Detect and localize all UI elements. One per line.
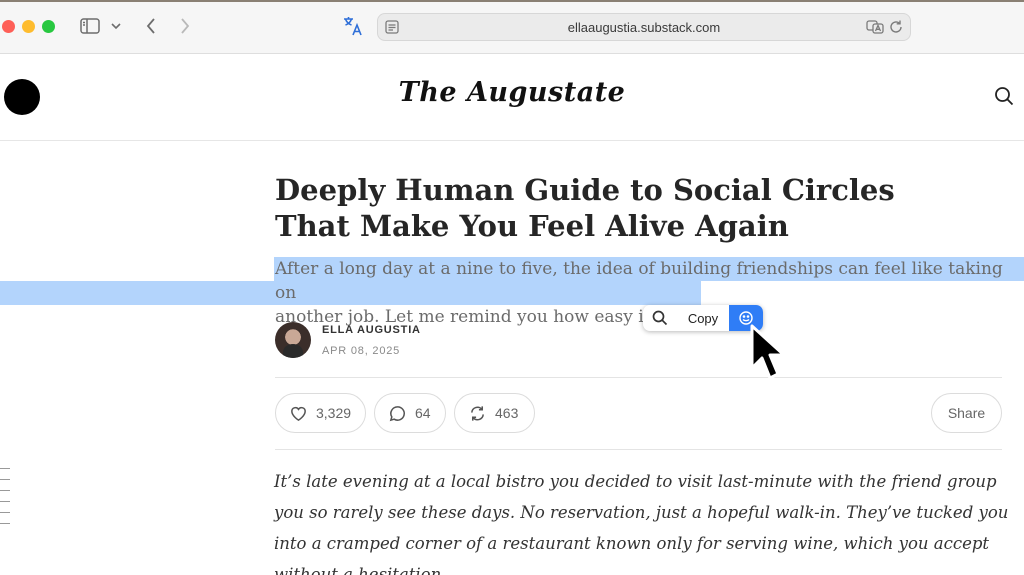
copy-button[interactable]: Copy	[677, 311, 729, 326]
restack-button[interactable]: 463	[454, 393, 535, 433]
side-rule	[0, 468, 10, 469]
lookup-search-icon[interactable]	[643, 305, 677, 331]
side-rule	[0, 501, 10, 502]
like-count: 3,329	[316, 405, 352, 421]
article-title: Deeply Human Guide to Social Circles Tha…	[275, 173, 895, 243]
page-translate-icon[interactable]	[866, 19, 884, 35]
heart-icon	[291, 406, 306, 421]
share-button[interactable]: Share	[931, 393, 1002, 433]
reload-icon[interactable]	[888, 19, 904, 35]
restack-icon	[471, 405, 484, 421]
side-rule	[0, 490, 10, 491]
author-avatar[interactable]	[275, 322, 311, 358]
selection-popup: Copy	[643, 305, 763, 331]
zoom-window-button[interactable]	[42, 20, 55, 33]
side-rule	[0, 523, 10, 524]
minimize-window-button[interactable]	[22, 20, 35, 33]
comment-icon	[389, 405, 405, 421]
like-button[interactable]: 3,329	[275, 393, 366, 433]
comment-count: 64	[415, 405, 431, 421]
share-label: Share	[947, 405, 986, 421]
comment-button[interactable]: 64	[374, 393, 446, 433]
side-rule	[0, 479, 10, 480]
chevron-down-icon[interactable]	[108, 14, 124, 38]
post-date: APR 08, 2025	[322, 345, 401, 357]
back-icon[interactable]	[140, 14, 162, 38]
side-rule	[0, 512, 10, 513]
browser-toolbar: ellaaugustia.substack.com	[0, 0, 1024, 54]
publication-title[interactable]: The Augustate	[0, 77, 1024, 108]
window-top-edge	[0, 0, 1024, 2]
address-bar[interactable]: ellaaugustia.substack.com	[377, 13, 911, 41]
close-window-button[interactable]	[2, 20, 15, 33]
restack-count: 463	[495, 405, 519, 421]
site-header: The Augustate	[0, 55, 1024, 141]
url-text[interactable]: ellaaugustia.substack.com	[378, 20, 910, 35]
forward-icon[interactable]	[174, 14, 196, 38]
article-body-paragraph: It’s late evening at a local bistro you …	[274, 472, 1009, 575]
translate-icon[interactable]	[340, 14, 366, 38]
sidebar-toggle-icon[interactable]	[78, 14, 102, 38]
divider	[275, 449, 1002, 450]
author-name[interactable]: ELLA AUGUSTIA	[322, 324, 421, 336]
mouse-cursor-icon	[750, 324, 786, 380]
divider	[275, 377, 1002, 378]
subtitle-line[interactable]: After a long day at a nine to five, the …	[275, 257, 1015, 305]
search-icon[interactable]	[994, 86, 1016, 108]
